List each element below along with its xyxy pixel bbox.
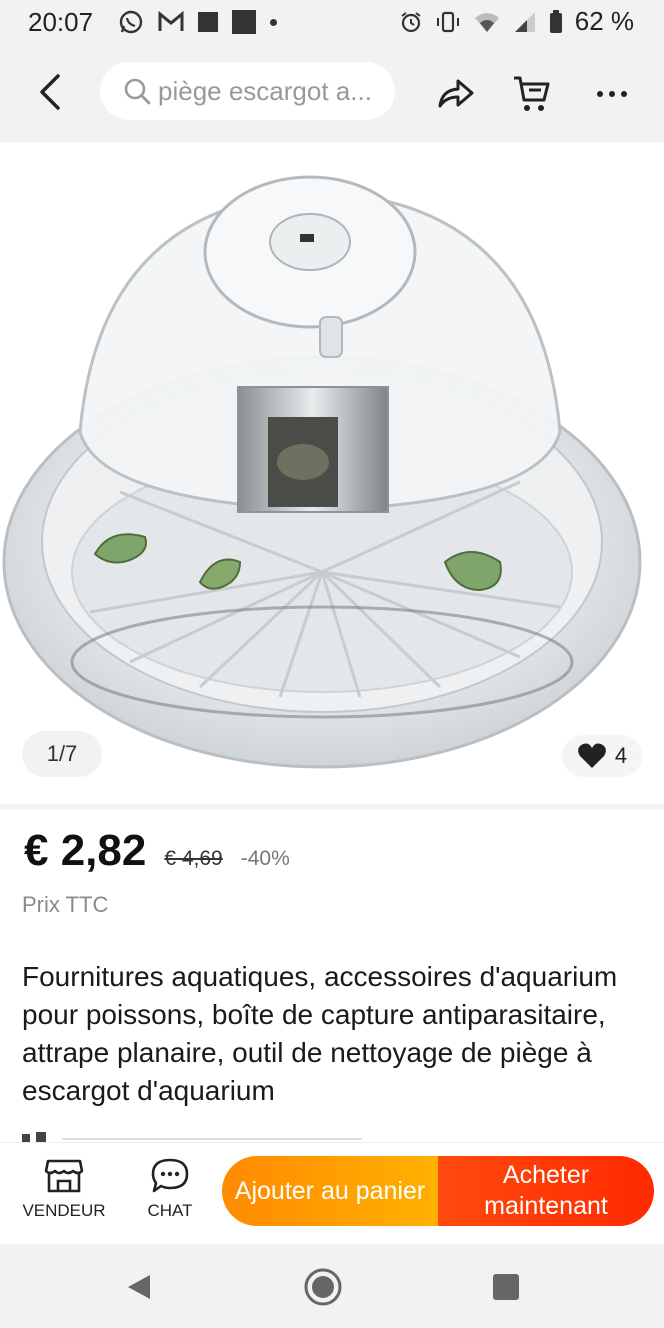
- status-bar: 20:07 62 %: [0, 0, 664, 46]
- image-counter: 1/7: [22, 731, 102, 777]
- system-nav-bar: [0, 1244, 664, 1328]
- like-count: 4: [614, 743, 628, 768]
- price-note: Prix TTC: [22, 892, 109, 917]
- wifi-icon: [474, 12, 499, 32]
- add-to-cart-button[interactable]: Ajouter au panier: [222, 1156, 438, 1226]
- seller-label: VENDEUR: [22, 1201, 106, 1220]
- chat-label: CHAT: [147, 1201, 193, 1220]
- search-icon: [124, 78, 151, 105]
- chat-icon: [151, 1158, 189, 1193]
- share-icon[interactable]: [434, 72, 478, 116]
- notification-icons: [118, 9, 277, 35]
- product-image[interactable]: [0, 142, 664, 804]
- original-price: € 4,69: [164, 847, 223, 870]
- search-query: piège escargot a...: [158, 75, 372, 106]
- square-icon: [198, 12, 218, 32]
- nav-recents-icon[interactable]: [492, 1273, 520, 1301]
- chat-button[interactable]: CHAT: [120, 1157, 220, 1221]
- discount-badge: -40%: [240, 847, 290, 870]
- search-bar[interactable]: piège escargot a...: [100, 62, 395, 120]
- bottom-action-bar: VENDEUR CHAT Ajouter au panier Acheter m…: [0, 1142, 664, 1243]
- dot-icon: [270, 18, 277, 26]
- battery-icon: [549, 9, 562, 33]
- whatsapp-icon: [119, 10, 143, 34]
- like-button[interactable]: 4: [562, 735, 642, 777]
- buy-now-button[interactable]: Acheter maintenant: [438, 1156, 654, 1226]
- heart-icon: [577, 743, 606, 768]
- nav-home-icon[interactable]: [303, 1267, 343, 1307]
- vibrate-icon: [436, 11, 459, 32]
- store-icon: [44, 1159, 84, 1193]
- product-title: Fournitures aquatiques, accessoires d'aq…: [22, 961, 618, 1106]
- system-icons: 62 %: [399, 6, 634, 37]
- alarm-icon: [401, 11, 421, 32]
- gmail-icon: [158, 11, 184, 31]
- cart-icon[interactable]: [510, 72, 554, 116]
- snail-trap-image: [2, 175, 642, 769]
- divider: [0, 804, 664, 810]
- square-icon: [232, 10, 256, 34]
- price-row: € 2,82 € 4,69 -40%: [24, 826, 290, 876]
- status-time: 20:07: [28, 7, 94, 37]
- top-bar: piège escargot a...: [0, 46, 664, 142]
- battery-percent: 62 %: [574, 6, 634, 36]
- signal-icon: [514, 11, 535, 32]
- back-icon[interactable]: [30, 70, 70, 114]
- current-price: € 2,82: [24, 826, 147, 875]
- nav-back-icon[interactable]: [124, 1272, 154, 1302]
- seller-button[interactable]: VENDEUR: [14, 1157, 114, 1221]
- more-icon[interactable]: [590, 72, 634, 116]
